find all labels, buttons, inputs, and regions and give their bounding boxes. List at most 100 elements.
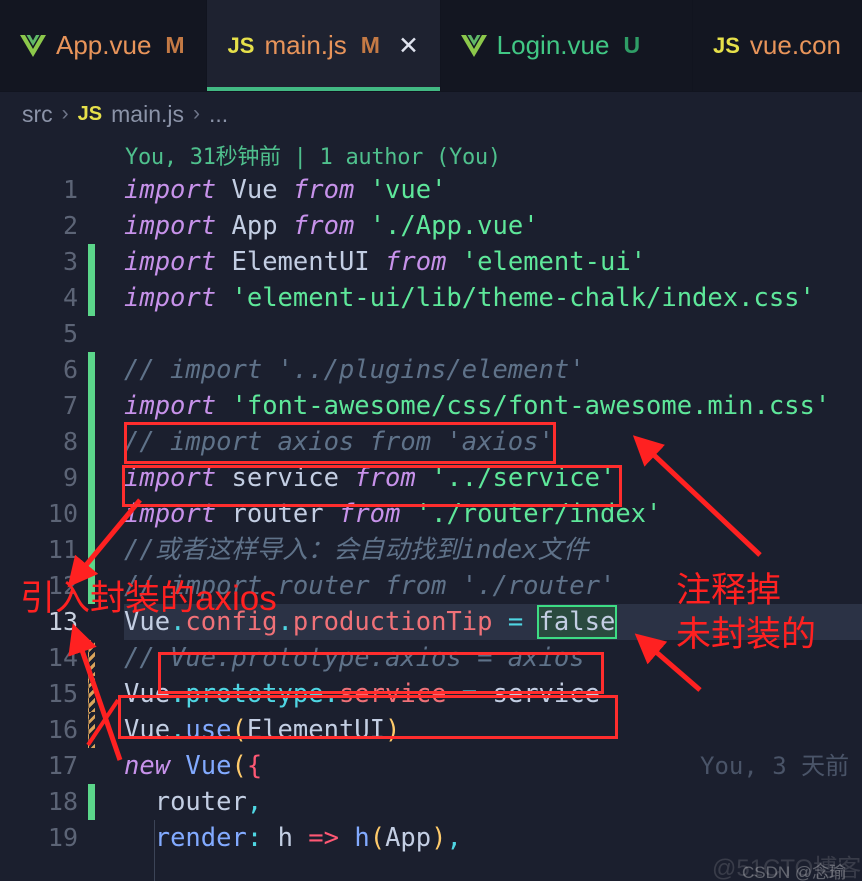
code-text: // import '../plugins/element' [124, 352, 585, 388]
highlight-box-line14 [158, 652, 604, 694]
code-line[interactable]: 3 import ElementUI from 'element-ui' [0, 244, 862, 280]
token: //或者这样导入：会自动找到index文件 [124, 535, 589, 565]
line-number: 3 [62, 247, 78, 276]
gutter-added-marker [88, 532, 95, 568]
breadcrumb-file[interactable]: main.js [111, 101, 184, 128]
indent-guide [154, 856, 155, 881]
token: import [124, 391, 217, 421]
code-text: //或者这样导入：会自动找到index文件 [124, 532, 588, 568]
tab-app-vue[interactable]: App.vue M [0, 0, 207, 91]
gutter-modified-marker [88, 676, 95, 712]
line-number: 5 [62, 319, 78, 348]
token: import [124, 283, 217, 313]
code-line[interactable]: 5 [0, 316, 862, 352]
code-text: import 'font-awesome/css/font-awesome.mi… [124, 388, 830, 424]
line-number: 15 [47, 679, 78, 708]
line-number: 10 [47, 499, 78, 528]
token: 'element-ui/lib/theme-chalk/index.css' [231, 283, 815, 313]
gutter-added-marker [88, 388, 95, 424]
token: './App.vue' [369, 211, 539, 241]
tab-label: vue.con [749, 30, 841, 60]
gutter-modified-marker [88, 640, 95, 676]
line-number: 6 [62, 355, 78, 384]
code-text: import 'element-ui/lib/theme-chalk/index… [124, 280, 815, 316]
line-number: 14 [47, 643, 78, 672]
token: from [292, 175, 355, 205]
token: new [124, 751, 171, 781]
code-line[interactable]: 4 import 'element-ui/lib/theme-chalk/inde… [0, 280, 862, 316]
gutter-added-marker [88, 784, 95, 820]
token: h [277, 823, 293, 853]
javascript-icon: JS [227, 32, 255, 58]
code-line[interactable]: 2 import App from './App.vue' [0, 208, 862, 244]
chevron-right-icon: › [61, 102, 69, 125]
token: ) [431, 823, 447, 853]
token: 'vue' [369, 175, 447, 205]
gutter-added-marker [88, 424, 95, 460]
tab-label: Login.vue [496, 30, 610, 60]
token: from [292, 211, 355, 241]
gutter-added-marker [88, 280, 95, 316]
token: from [385, 247, 447, 277]
tab-vue-config[interactable]: JS vue.con [693, 0, 862, 91]
token: { [246, 751, 263, 781]
token: import [124, 247, 217, 277]
tab-git-badge: M [360, 32, 380, 58]
token: h [354, 823, 370, 853]
line-number: 2 [62, 211, 78, 240]
line-number: 1 [62, 175, 78, 204]
code-text: import App from './App.vue' [124, 208, 539, 244]
code-text: render: h => h(App), [124, 820, 462, 856]
token: render [154, 823, 247, 853]
code-line[interactable]: 1 import Vue from 'vue' [0, 172, 862, 208]
breadcrumb: src › JS main.js › ... [0, 92, 862, 136]
token: . [277, 607, 293, 637]
close-icon[interactable]: ✕ [398, 31, 419, 61]
line-number: 16 [47, 715, 78, 744]
vue-icon [20, 34, 46, 58]
tab-login-vue[interactable]: Login.vue U [440, 0, 693, 91]
highlight-box-line8 [124, 422, 556, 464]
token: : [246, 823, 263, 853]
token: Vue [231, 175, 278, 205]
watermark-csdn: CSDN @念瑜 [742, 863, 847, 881]
code-line[interactable]: 7 import 'font-awesome/css/font-awesome.m… [0, 388, 862, 424]
code-line[interactable]: 6 // import '../plugins/element' [0, 352, 862, 388]
token: , [446, 823, 462, 853]
token: import [124, 175, 217, 205]
editor-tab-bar: App.vue M JS main.js M ✕ Login.vue U JS … [0, 0, 862, 92]
breadcrumb-root[interactable]: src [22, 101, 53, 128]
code-line[interactable]: 18 router, [0, 784, 862, 820]
highlight-box-line15 [118, 695, 618, 739]
line-number: 4 [62, 283, 78, 312]
gutter-added-marker [88, 352, 95, 388]
tab-git-badge: M [165, 32, 185, 58]
line-number: 9 [62, 463, 78, 492]
code-text: router, [124, 784, 262, 820]
token: ElementUI [231, 247, 370, 277]
tab-main-js[interactable]: JS main.js M ✕ [206, 0, 441, 91]
code-editor[interactable]: You, 31秒钟前 | 1 author (You) 1 import Vue … [0, 136, 862, 881]
breadcrumb-symbols[interactable]: ... [209, 101, 228, 128]
chevron-right-icon: › [193, 102, 200, 125]
code-text: import ElementUI from 'element-ui' [124, 244, 646, 280]
vscode-window: App.vue M JS main.js M ✕ Login.vue U JS … [0, 0, 862, 881]
line-number: 7 [62, 391, 78, 420]
indent-guide [154, 820, 155, 856]
token: App [385, 823, 432, 853]
inline-blame-line13: You, 3 天前 [700, 752, 850, 780]
